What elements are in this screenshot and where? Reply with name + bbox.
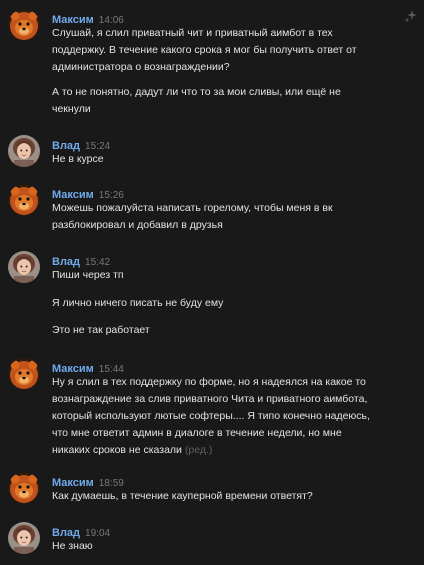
message-text: Не в курсе	[52, 153, 104, 165]
girl-avatar[interactable]	[8, 251, 40, 283]
message-text: Пиши через тп	[52, 269, 124, 281]
message-text: А то не понятно, дадут ли что то за мои …	[52, 86, 341, 115]
edited-label[interactable]: (ред.)	[185, 444, 213, 456]
girl-avatar[interactable]	[8, 135, 40, 167]
message-header: Влад 19:04	[52, 523, 110, 539]
bear-avatar[interactable]	[8, 9, 40, 41]
message-text: Не знаю	[52, 540, 93, 552]
chat-history: Максим 14:06 Слушай, я слил приватный чит…	[0, 0, 424, 565]
message-text: Ну я слил в тех поддержку по форме, но я…	[52, 374, 424, 459]
message-header: Максим 15:26	[52, 185, 124, 201]
message-text: Можешь пожалуйста написать горелому, что…	[52, 202, 333, 231]
message-header: Максим 18:59	[52, 473, 124, 489]
girl-avatar[interactable]	[8, 522, 40, 554]
sparkle-icon[interactable]	[404, 9, 418, 23]
message-header: Максим 15:44	[52, 359, 124, 375]
message-text: Я лично ничего писать не буду ему	[52, 297, 224, 309]
message-header: Влад 15:42	[52, 252, 110, 268]
bear-avatar[interactable]	[8, 358, 40, 390]
bear-avatar[interactable]	[8, 472, 40, 504]
bear-avatar[interactable]	[8, 184, 40, 216]
message-text: Это не так работает	[52, 324, 150, 336]
message-header: Влад 15:24	[52, 136, 110, 152]
message-text: Слушай, я слил приватный чит и приватный…	[52, 27, 357, 73]
message-text: Как думаешь, в течение кауперной времени…	[52, 490, 313, 502]
message-header: Максим 14:06	[52, 10, 124, 26]
